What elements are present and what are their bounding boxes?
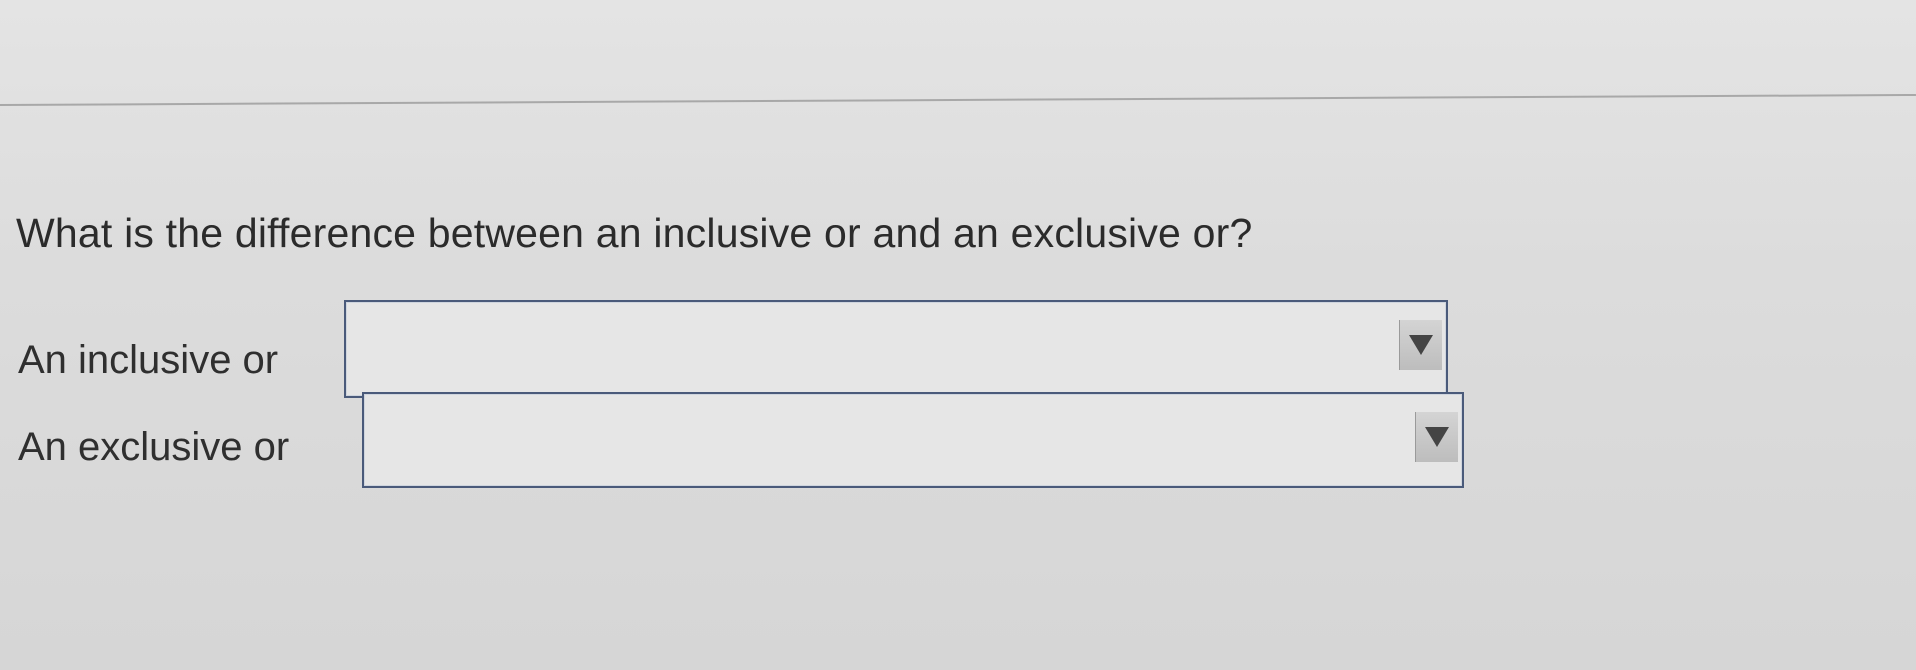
exclusive-or-dropdown[interactable]: [362, 392, 1464, 488]
question-text: What is the difference between an inclus…: [16, 210, 1253, 256]
inclusive-or-label: An inclusive or: [18, 338, 279, 382]
triangle-down-icon: [1409, 335, 1433, 355]
triangle-down-icon: [1425, 427, 1449, 447]
inclusive-or-dropdown-button[interactable]: [1399, 320, 1442, 370]
inclusive-or-dropdown[interactable]: [344, 300, 1448, 398]
exclusive-or-label: An exclusive or: [18, 425, 290, 469]
section-divider: [0, 93, 1916, 106]
exclusive-or-dropdown-button[interactable]: [1415, 412, 1458, 462]
